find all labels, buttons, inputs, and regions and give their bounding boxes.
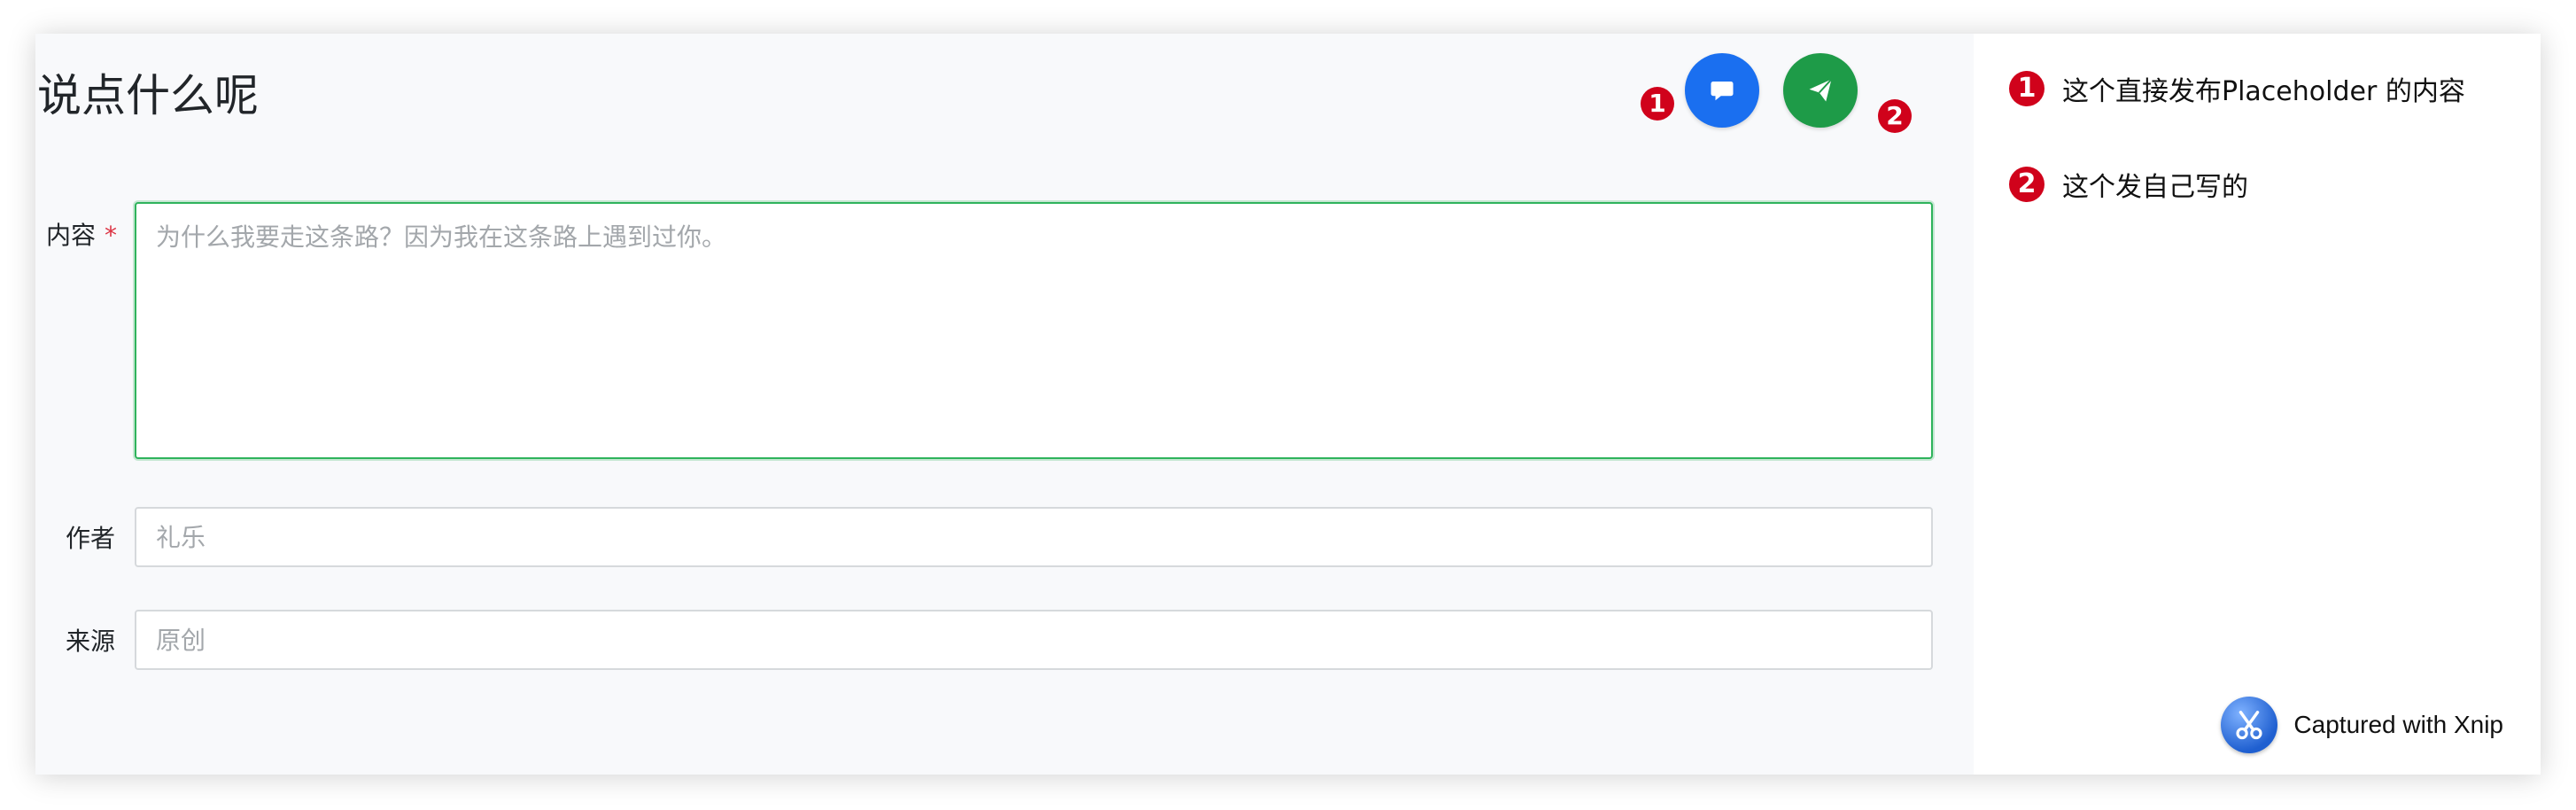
annotation-badge-2: 2 bbox=[1878, 99, 1912, 133]
xnip-watermark: Captured with Xnip bbox=[2221, 697, 2503, 753]
page-title: 说点什么呢 bbox=[37, 70, 259, 121]
publish-placeholder-button[interactable] bbox=[1685, 53, 1759, 128]
note-number: 2 bbox=[2009, 167, 2045, 202]
content-label: 内容 * bbox=[37, 216, 117, 252]
note-text: 这个发自己写的 bbox=[2062, 172, 2248, 203]
send-button[interactable] bbox=[1783, 53, 1858, 128]
annotation-note-2: 2 这个发自己写的 bbox=[2009, 165, 2248, 204]
source-input[interactable] bbox=[135, 610, 1933, 670]
author-label: 作者 bbox=[65, 524, 115, 553]
content-label-text: 内容 bbox=[45, 221, 96, 250]
scissors-icon bbox=[2221, 697, 2278, 753]
author-input[interactable] bbox=[135, 507, 1933, 567]
source-label: 来源 bbox=[65, 627, 115, 656]
screenshot-card: 说点什么呢 1 2 内容 * 作者 来源 1 这个直接发布Placeholder … bbox=[35, 34, 2541, 775]
annotation-note-1: 1 这个直接发布Placeholder 的内容 bbox=[2009, 69, 2465, 108]
watermark-text: Captured with Xnip bbox=[2293, 711, 2503, 738]
required-mark: * bbox=[105, 221, 117, 250]
annotation-badge-1: 1 bbox=[1641, 87, 1674, 121]
content-textarea[interactable] bbox=[135, 202, 1933, 459]
send-icon bbox=[1809, 78, 1833, 102]
comment-icon bbox=[1711, 82, 1734, 101]
compose-panel: 说点什么呢 1 2 内容 * 作者 来源 bbox=[35, 34, 1974, 775]
annotation-panel: 1 这个直接发布Placeholder 的内容 2 这个发自己写的 Captur… bbox=[1974, 34, 2541, 775]
note-text: 这个直接发布Placeholder 的内容 bbox=[2062, 76, 2465, 107]
note-number: 1 bbox=[2009, 71, 2045, 106]
